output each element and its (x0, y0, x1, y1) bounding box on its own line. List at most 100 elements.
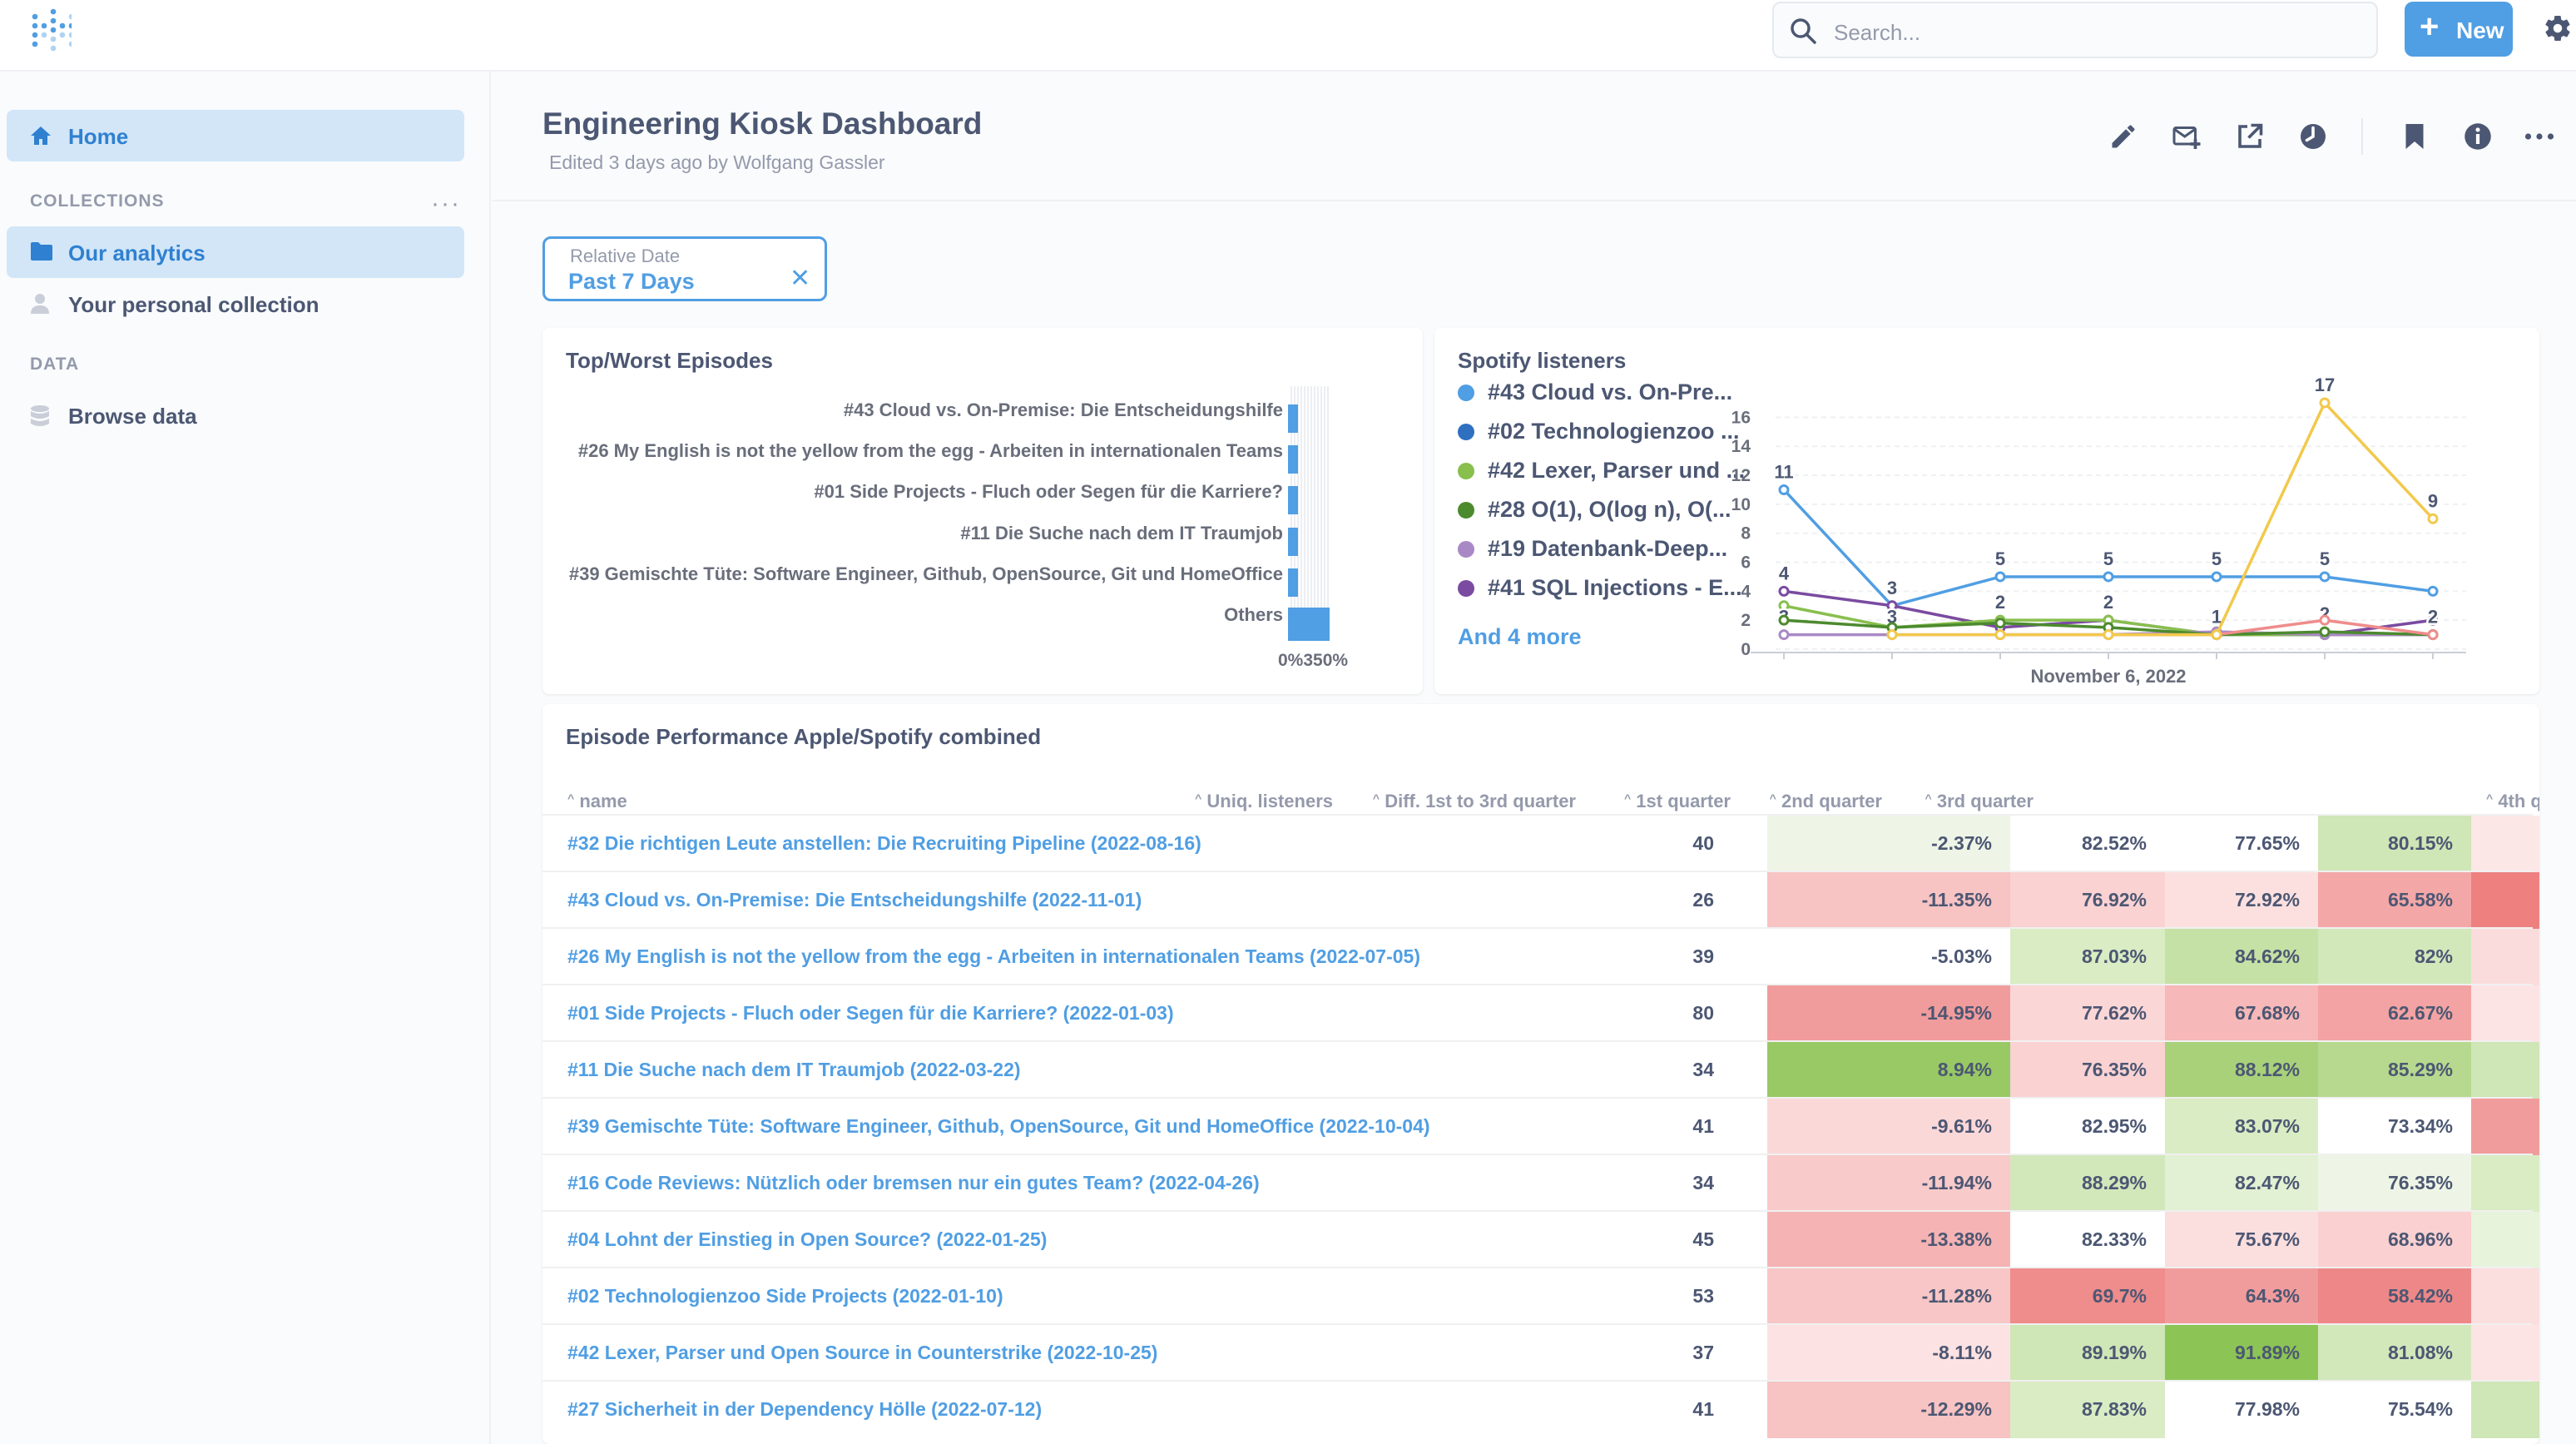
q2-cell: 91.89% (2165, 1325, 2318, 1382)
y-tick-label: 10 (1731, 495, 1751, 514)
listeners-cell: 39 (1692, 945, 1714, 967)
sidebar-item-our-analytics[interactable]: Our analytics (7, 226, 464, 278)
q4-cell (2471, 872, 2539, 929)
sidebar-item-label: Home (68, 124, 129, 149)
data-point (2427, 629, 2439, 641)
plus-icon: + (2420, 8, 2440, 45)
row-chart (1288, 386, 1330, 641)
diff-cell: -14.95% (1767, 985, 2010, 1042)
header-divider (2361, 118, 2363, 155)
home-icon (31, 127, 51, 145)
legend-item[interactable]: #02 Technologienzoo ... (1458, 419, 1740, 444)
more-options-icon[interactable] (2524, 122, 2554, 151)
sidebar-item-browse-data[interactable]: Browse data (7, 390, 464, 441)
y-tick-label: 0 (1741, 640, 1751, 659)
sidebar-item-label: Browse data (68, 404, 197, 429)
y-tick-label: 2 (1741, 611, 1751, 630)
legend-dot-2 (1458, 463, 1474, 479)
legend-item[interactable]: #41 SQL Injections - E... (1458, 575, 1742, 601)
legend-more-link[interactable]: And 4 more (1458, 624, 1582, 650)
pencil-icon[interactable] (2108, 122, 2138, 151)
column-header-diff[interactable]: ^ Diff. 1st to 3rd quarter (1373, 791, 1576, 812)
table-row: #43 Cloud vs. On-Premise: Die Entscheidu… (542, 871, 2539, 929)
search-input[interactable]: Search... (1772, 2, 2378, 58)
data-point (1886, 629, 1898, 641)
card-title[interactable]: Top/Worst Episodes (566, 348, 773, 374)
bookmark-icon[interactable] (2400, 122, 2430, 151)
listeners-cell: 34 (1692, 1059, 1714, 1080)
column-header-q4[interactable]: ^ 4th q (2486, 791, 2539, 812)
card-title[interactable]: Episode Performance Apple/Spotify combin… (566, 724, 1041, 750)
table-row: #02 Technologienzoo Side Projects (2022-… (542, 1267, 2539, 1325)
data-point (2319, 626, 2331, 638)
y-tick-label: 6 (1741, 553, 1751, 573)
q2-cell: 82.47% (2165, 1155, 2318, 1212)
new-button[interactable]: + New (2405, 2, 2513, 57)
legend-item[interactable]: #19 Datenbank-Deep... (1458, 536, 1727, 562)
page-title: Engineering Kiosk Dashboard (542, 107, 983, 141)
q4-cell (2471, 1099, 2539, 1155)
q1-cell: 87.03% (2010, 929, 2165, 985)
table-row: #16 Code Reviews: Nützlich oder bremsen … (542, 1154, 2539, 1212)
data-label: 4 (1779, 563, 1790, 583)
diff-cell: -9.61% (1767, 1099, 2010, 1155)
auto-refresh-icon[interactable] (2298, 122, 2328, 151)
data-header: DATA (30, 355, 80, 374)
sidebar: Home COLLECTIONS ··· Our analytics Your … (0, 72, 491, 1444)
data-point (2319, 614, 2331, 626)
metabase-logo-icon[interactable] (30, 8, 72, 53)
data-point (1994, 571, 2006, 583)
sidebar-item-label: Your personal collection (68, 292, 320, 317)
folder-icon (31, 242, 52, 261)
sidebar-item-home[interactable]: Home (7, 110, 464, 161)
x-axis-label: November 6, 2022 (2030, 666, 2186, 686)
data-label: 11 (1774, 461, 1793, 482)
search-placeholder: Search... (1834, 20, 1921, 45)
clear-filter-icon[interactable]: ✕ (790, 264, 810, 293)
legend-item[interactable]: #42 Lexer, Parser und ... (1458, 458, 1745, 484)
diff-cell: -11.94% (1767, 1155, 2010, 1212)
data-point (1778, 484, 1790, 495)
subscription-icon[interactable] (2172, 122, 2202, 151)
table-row: #11 Die Suche nach dem IT Traumjob (2022… (542, 1040, 2539, 1099)
q3-cell: 75.54% (2318, 1382, 2471, 1438)
x-axis-label: 0%350% (1278, 651, 1349, 670)
column-header-q3[interactable]: ^ 3rd quarter (1925, 791, 2034, 812)
q3-cell: 81.08% (2318, 1325, 2471, 1382)
column-header-name[interactable]: ^ name (567, 791, 627, 812)
legend-item[interactable]: #43 Cloud vs. On-Pre... (1458, 380, 1732, 405)
info-icon[interactable] (2463, 122, 2493, 151)
sidebar-item-personal-collection[interactable]: Your personal collection (7, 278, 464, 330)
legend-item[interactable]: #28 O(1), O(log n), O(... (1458, 497, 1731, 523)
gear-icon[interactable] (2543, 13, 2573, 43)
series-line-6 (1892, 399, 2435, 637)
table-row: #27 Sicherheit in der Dependency Hölle (… (542, 1380, 2539, 1438)
data-label: 9 (2428, 490, 2438, 511)
column-header-q2[interactable]: ^ 2nd quarter (1770, 791, 1882, 812)
q1-cell: 87.83% (2010, 1382, 2165, 1438)
bar-label: #39 Gemischte Tüte: Software Engineer, G… (568, 563, 1283, 584)
data-point (1778, 629, 1790, 641)
bar-row-2 (1288, 445, 1298, 474)
last-edited-text[interactable]: Edited 3 days ago by Wolfgang Gassler (549, 151, 885, 174)
column-header-listeners[interactable]: ^ Uniq. listeners (1195, 791, 1333, 812)
database-icon (31, 405, 49, 426)
top-bar: Search... + New (0, 0, 2576, 72)
column-header-q1[interactable]: ^ 1st quarter (1624, 791, 1731, 812)
q2-cell: 88.12% (2165, 1042, 2318, 1099)
q3-cell: 76.35% (2318, 1155, 2471, 1212)
q3-cell: 82% (2318, 929, 2471, 985)
table-row: #04 Lohnt der Einstieg in Open Source? (… (542, 1210, 2539, 1268)
bar-label: #26 My English is not the yellow from th… (577, 440, 1283, 461)
q4-cell (2471, 929, 2539, 985)
listeners-cell: 53 (1692, 1285, 1714, 1307)
table-row: #26 My English is not the yellow from th… (542, 927, 2539, 985)
relative-date-filter[interactable]: Relative Date Past 7 Days ✕ (542, 236, 827, 301)
q4-cell (2471, 816, 2539, 872)
share-icon[interactable] (2235, 122, 2265, 151)
card-title[interactable]: Spotify listeners (1458, 348, 1626, 374)
data-point (1778, 614, 1790, 626)
data-point (2427, 585, 2439, 597)
q3-cell: 65.58% (2318, 872, 2471, 929)
collections-more-icon[interactable]: ··· (431, 190, 461, 218)
